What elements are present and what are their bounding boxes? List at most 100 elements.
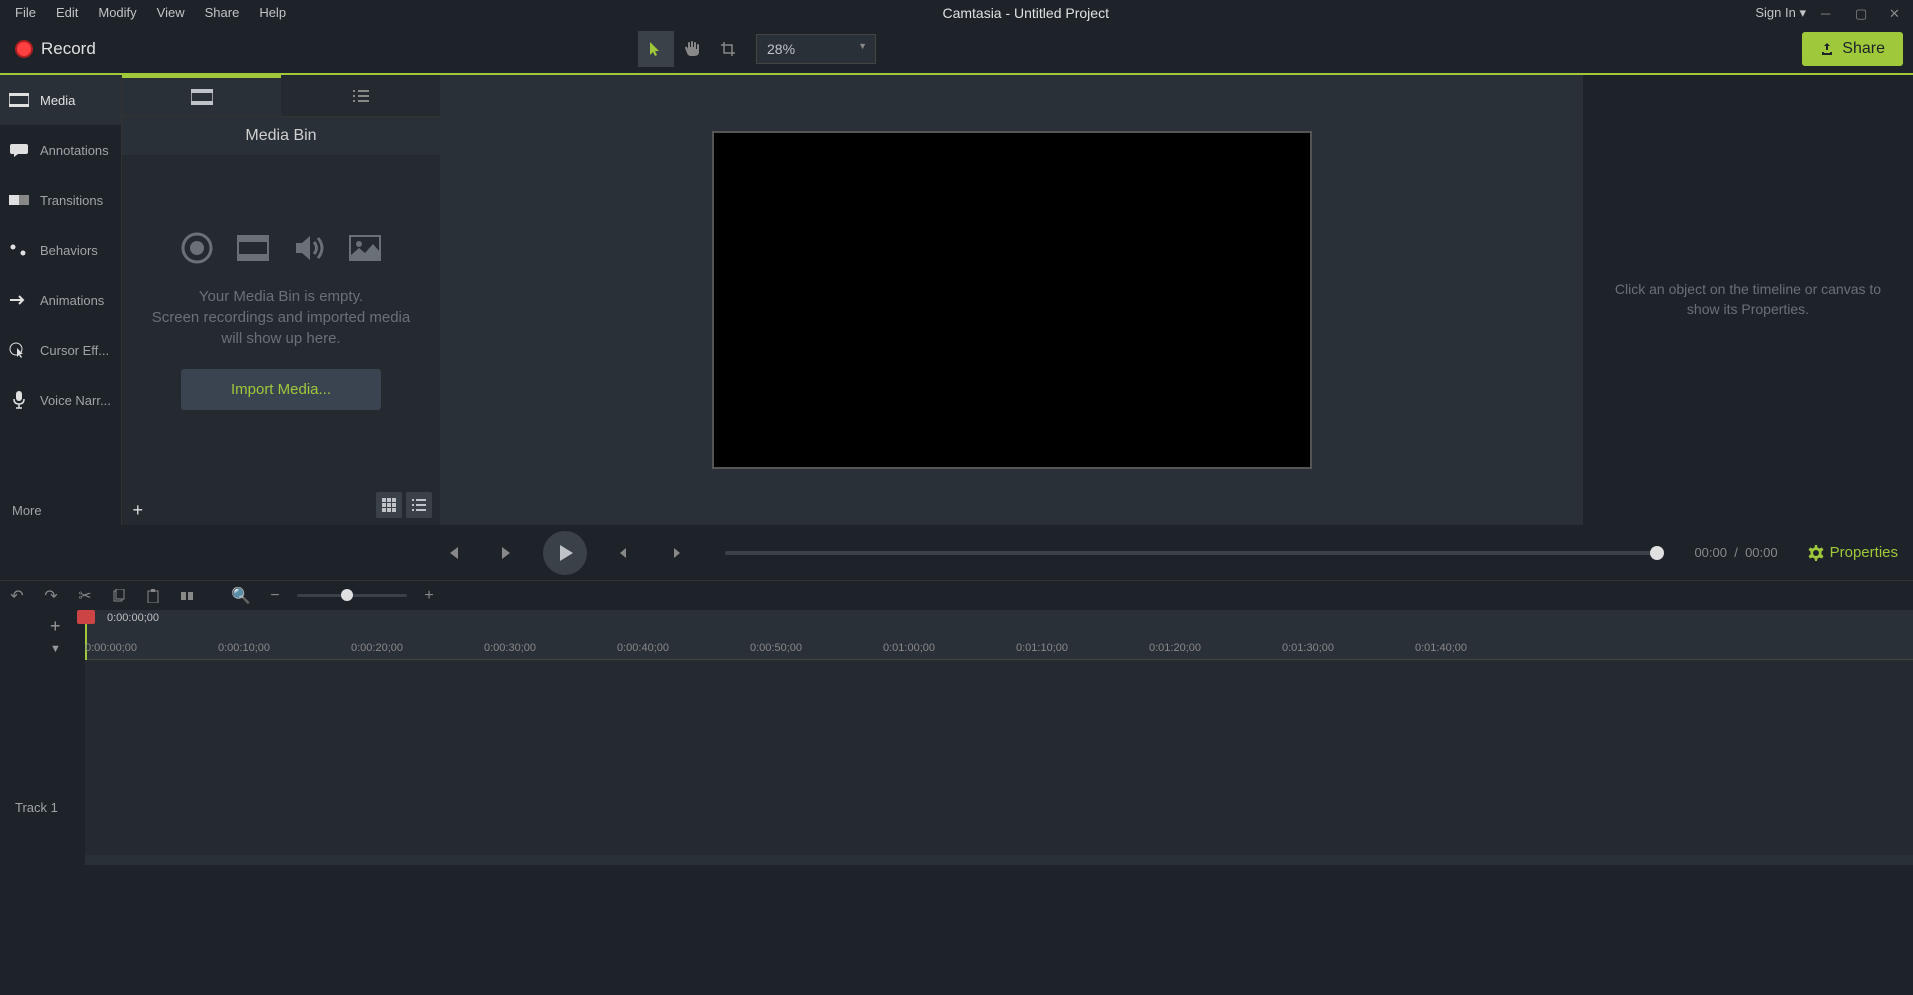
maximize-icon[interactable]: ▢ [1855,6,1869,20]
share-button[interactable]: Share [1802,32,1903,66]
sidebar-more[interactable]: More + [0,490,155,530]
playback-bar: 00:00 / 00:00 Properties [0,525,1913,580]
sidebar-item-behaviors[interactable]: Behaviors [0,225,121,275]
menu-share[interactable]: Share [195,1,250,24]
step-back-button[interactable] [605,535,641,571]
step-forward-button[interactable] [659,535,695,571]
list-view-button[interactable] [406,492,432,518]
zoom-out-button[interactable]: − [263,584,287,608]
zoom-slider-head[interactable] [341,589,353,601]
properties-placeholder: Click an object on the timeline or canva… [1603,280,1893,319]
media-bin-panel: Media Bin Your Media Bin is empty. Scree… [122,75,440,525]
copy-button[interactable] [107,584,131,608]
microphone-icon [8,392,30,408]
behaviors-icon [8,242,30,258]
add-track-button[interactable]: + [50,616,61,637]
track-area[interactable] [85,660,1913,855]
menu-help[interactable]: Help [249,1,296,24]
cut-button[interactable]: ✂ [73,584,97,608]
record-circle-icon [179,230,215,266]
upload-icon [1820,42,1834,56]
canvas[interactable] [712,131,1312,469]
zoom-in-button[interactable]: + [417,584,441,608]
sidebar-item-label: Annotations [40,143,109,158]
ruler-mark: 0:00:10;00 [218,642,270,654]
animations-icon [8,292,30,308]
redo-button[interactable]: ↷ [39,584,63,608]
sidebar-item-transitions[interactable]: Transitions [0,175,121,225]
list-icon [351,89,371,103]
grid-view-button[interactable] [376,492,402,518]
sidebar-item-cursor-effects[interactable]: Cursor Eff... [0,325,121,375]
play-button[interactable] [543,531,587,575]
filmstrip-icon [191,89,213,105]
menu-edit[interactable]: Edit [46,1,88,24]
track-1-label[interactable]: Track 1 [15,800,58,815]
playback-scrubber[interactable] [725,551,1664,555]
next-frame-button[interactable] [489,535,525,571]
properties-panel: Click an object on the timeline or canva… [1583,75,1913,525]
sidebar: Media Annotations Transitions Behaviors … [0,75,122,525]
titlebar: File Edit Modify View Share Help Camtasi… [0,0,1913,25]
canvas-area [440,75,1583,525]
signin-button[interactable]: Sign In ▾ [1755,5,1806,21]
annotation-icon [8,142,30,158]
record-label: Record [41,39,96,59]
ruler-mark: 0:00:50;00 [750,642,802,654]
timeline-toolbar: ↶ ↷ ✂ 🔍 − + [0,580,1913,610]
minimize-icon[interactable]: ─ [1821,6,1835,20]
sidebar-item-label: Animations [40,293,104,308]
track-controls: + ▼ Track 1 [0,610,85,865]
ruler-mark: 0:01:40;00 [1415,642,1467,654]
import-media-button[interactable]: Import Media... [181,369,381,410]
prev-frame-button[interactable] [435,535,471,571]
timeline: + ▼ Track 1 0:00:00;00 0:00:00;00 0:00:1… [0,610,1913,865]
sidebar-item-annotations[interactable]: Annotations [0,125,121,175]
sidebar-item-label: Behaviors [40,243,98,258]
menu-file[interactable]: File [5,1,46,24]
ruler-mark: 0:01:20;00 [1149,642,1201,654]
timeline-ruler[interactable]: 0:00:00;00 0:00:00;00 0:00:10;00 0:00:20… [85,610,1913,660]
sidebar-item-animations[interactable]: Animations [0,275,121,325]
media-tab-bin[interactable] [122,75,281,116]
menu-modify[interactable]: Modify [88,1,146,24]
share-label: Share [1842,40,1885,58]
media-bin-title: Media Bin [122,117,440,155]
ruler-mark: 0:01:30;00 [1282,642,1334,654]
sidebar-item-label: Transitions [40,193,103,208]
close-icon[interactable]: ✕ [1889,6,1903,20]
zoom-dropdown[interactable]: 28% [756,34,876,64]
undo-button[interactable]: ↶ [5,584,29,608]
record-toolbar: Record 28% Share [0,25,1913,75]
collapse-track-button[interactable]: ▼ [50,643,61,655]
hand-tool[interactable] [674,31,710,67]
ruler-mark: 0:00:20;00 [351,642,403,654]
image-icon [347,230,383,266]
paste-button[interactable] [141,584,165,608]
record-icon [15,40,33,58]
zoom-slider[interactable] [297,594,407,597]
menu-view[interactable]: View [147,1,195,24]
scrubber-head[interactable] [1650,546,1664,560]
cursor-icon [8,342,30,358]
media-tab-library[interactable] [281,75,440,116]
split-button[interactable] [175,584,199,608]
media-icon [8,92,30,108]
more-label: More [12,503,42,518]
sidebar-item-voice-narration[interactable]: Voice Narr... [0,375,121,425]
video-icon [235,230,271,266]
properties-button[interactable]: Properties [1808,544,1898,561]
ruler-mark: 0:00:30;00 [484,642,536,654]
sidebar-item-media[interactable]: Media [0,75,121,125]
ruler-mark: 0:01:00;00 [883,642,935,654]
sidebar-item-label: Media [40,93,75,108]
speaker-icon [291,230,327,266]
pointer-tool[interactable] [638,31,674,67]
media-type-icons [179,230,383,266]
properties-label: Properties [1830,544,1898,561]
ruler-mark: 0:01:10;00 [1016,642,1068,654]
crop-tool[interactable] [710,31,746,67]
record-button[interactable]: Record [0,39,111,59]
media-empty-text: Your Media Bin is empty. Screen recordin… [142,286,420,349]
ruler-mark: 0:00:40;00 [617,642,669,654]
